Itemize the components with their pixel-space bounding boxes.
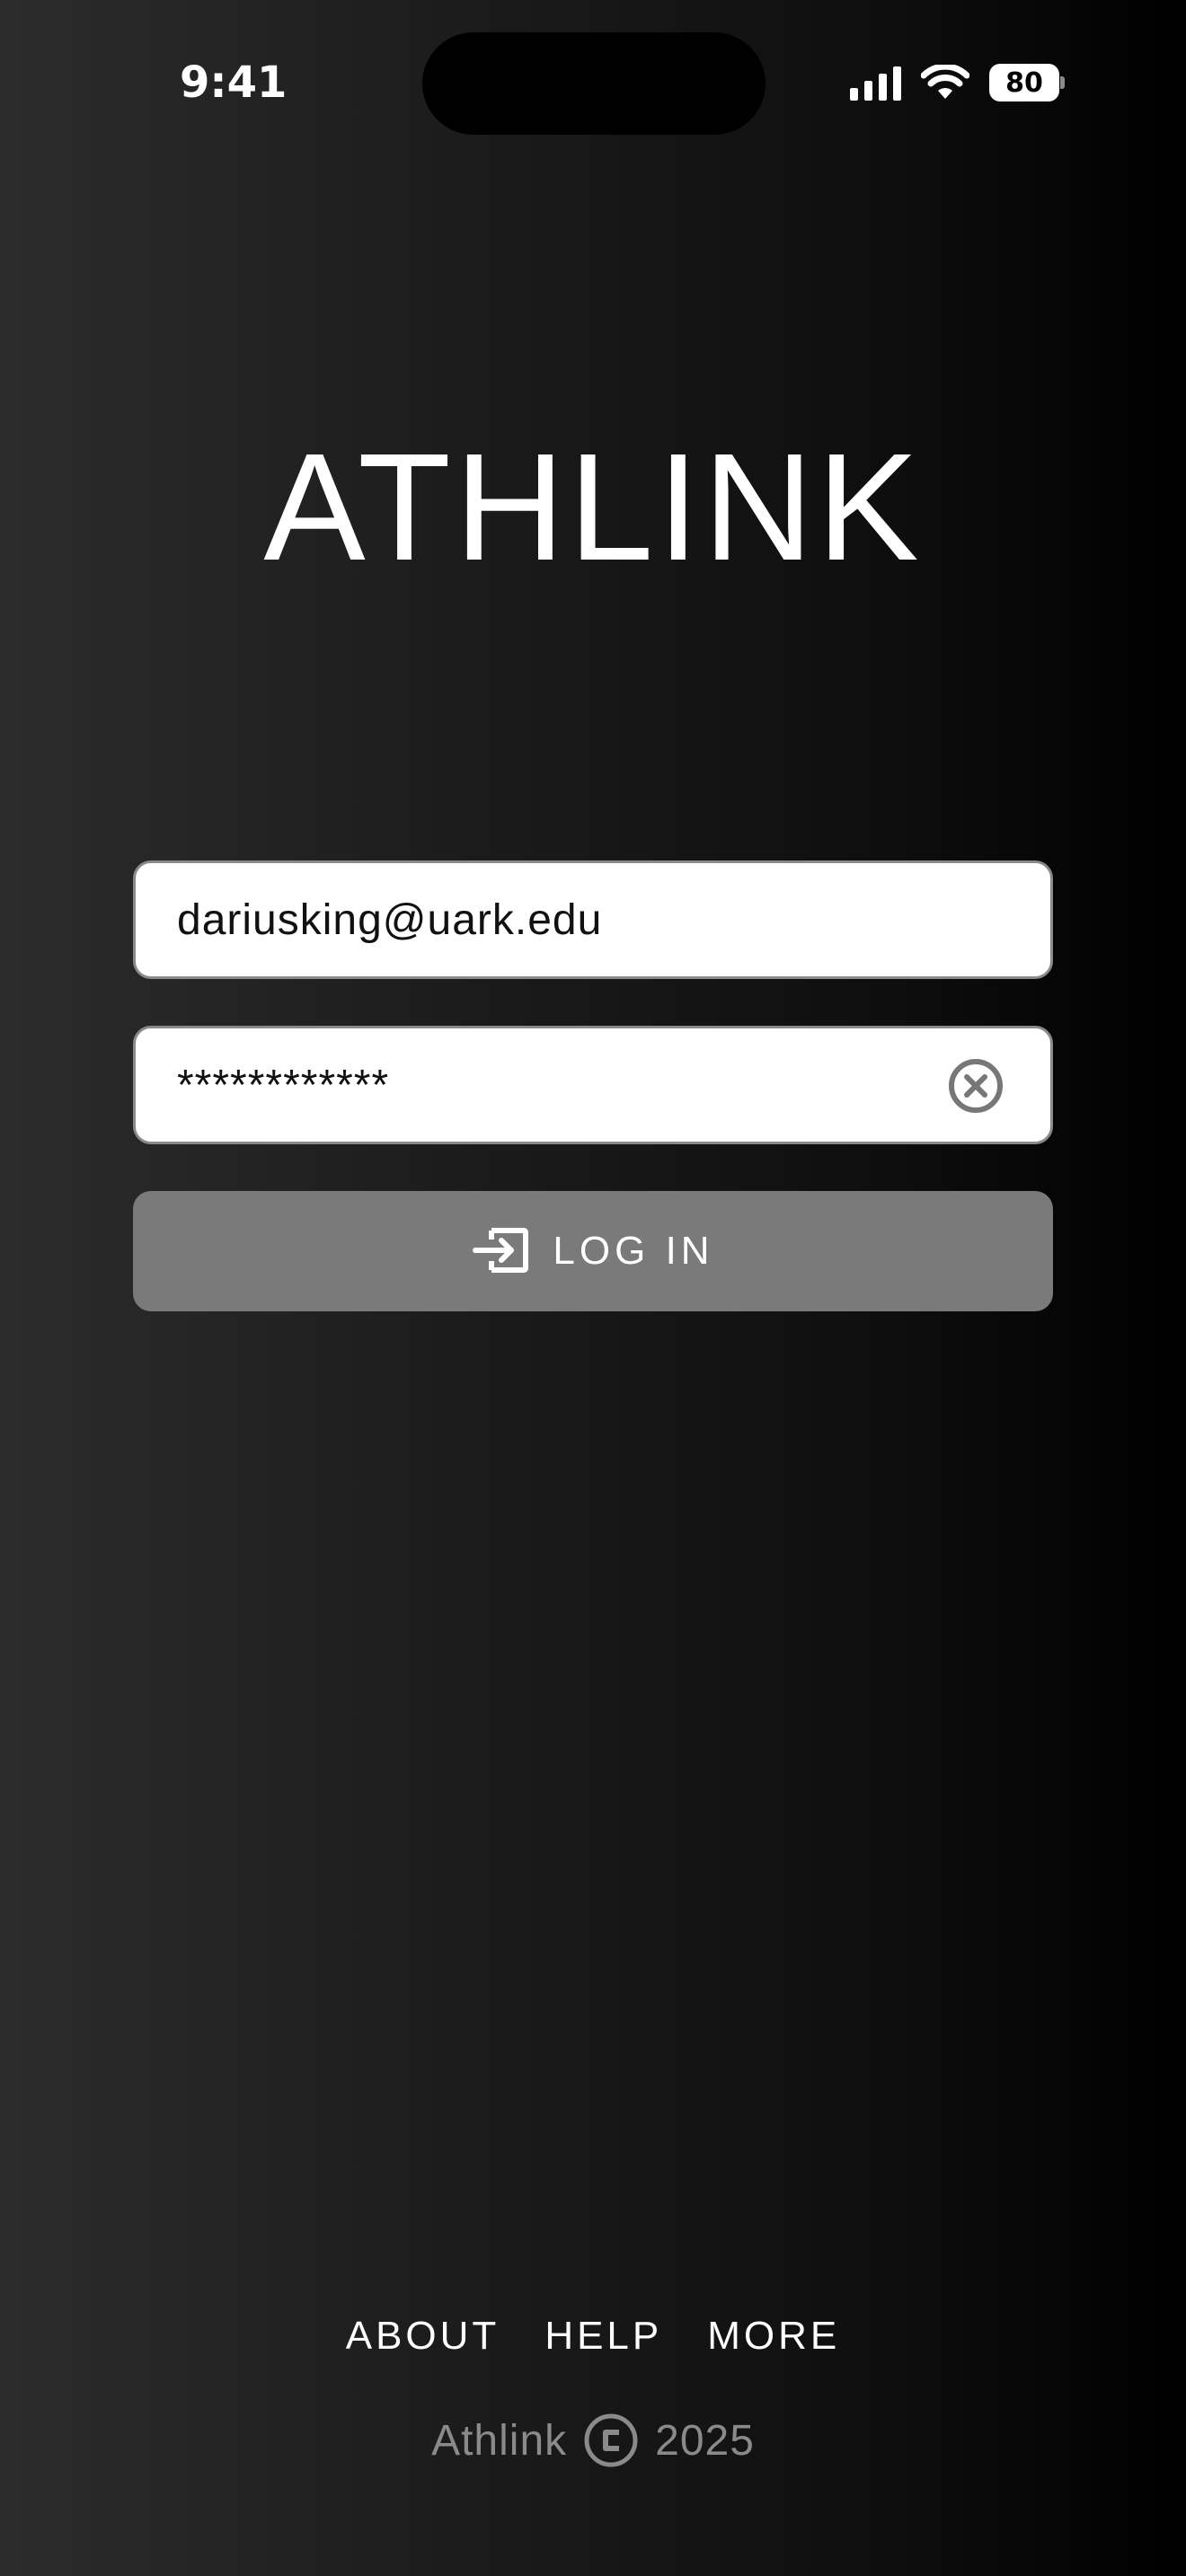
password-field[interactable] xyxy=(133,1026,1053,1144)
status-time: 9:41 xyxy=(180,57,288,108)
footer-link-about[interactable]: ABOUT xyxy=(346,2314,500,2359)
email-input[interactable] xyxy=(136,895,968,945)
copyright-icon xyxy=(583,2413,639,2468)
copyright-brand: Athlink xyxy=(431,2416,568,2465)
dynamic-island xyxy=(422,32,766,135)
footer-link-help[interactable]: HELP xyxy=(544,2314,662,2359)
footer-links: ABOUT HELP MORE xyxy=(0,2314,1186,2359)
cellular-signal-icon xyxy=(850,65,901,101)
copyright-year: 2025 xyxy=(655,2416,755,2465)
app-title: ATHLINK xyxy=(263,422,923,593)
login-button[interactable]: LOG IN xyxy=(133,1191,1053,1311)
copyright-notice: Athlink 2025 xyxy=(0,2413,1186,2468)
clear-circle-x-icon[interactable] xyxy=(948,1058,1004,1114)
password-input[interactable] xyxy=(136,1060,968,1110)
wifi-icon xyxy=(921,65,969,101)
battery-icon: 80 xyxy=(989,64,1065,101)
login-screen: 9:41 80 ATHLINK dariusking@uark.edu ****… xyxy=(0,0,1186,2576)
login-label: LOG IN xyxy=(553,1229,714,1273)
footer-link-more[interactable]: MORE xyxy=(707,2314,840,2359)
battery-level: 80 xyxy=(989,64,1059,101)
status-icons: 80 xyxy=(850,63,1065,102)
login-arrow-icon xyxy=(472,1227,529,1276)
email-field[interactable] xyxy=(133,860,1053,979)
